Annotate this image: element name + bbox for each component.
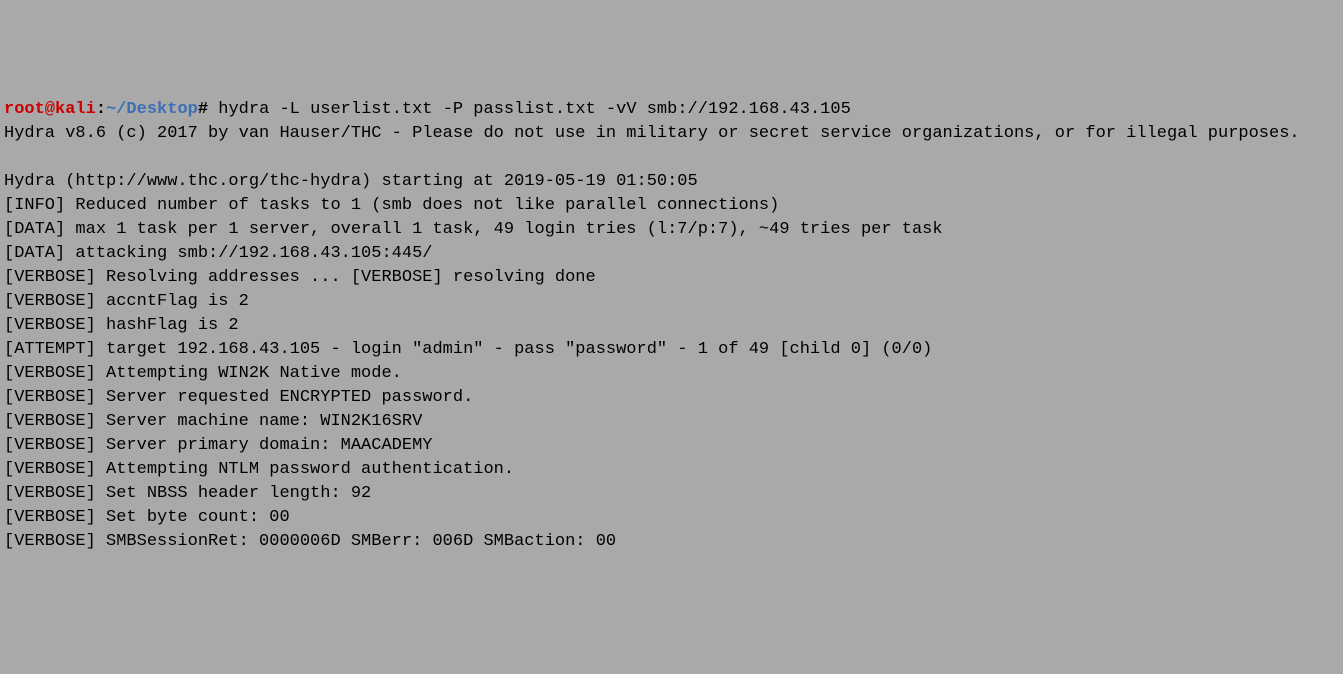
output-line: [VERBOSE] SMBSessionRet: 0000006D SMBerr…	[4, 532, 616, 551]
output-line: [VERBOSE] hashFlag is 2	[4, 316, 239, 335]
output-line: [INFO] Reduced number of tasks to 1 (smb…	[4, 196, 779, 215]
prompt-colon: :	[96, 100, 106, 119]
output-line: [VERBOSE] Attempting WIN2K Native mode.	[4, 364, 402, 383]
output-line: [VERBOSE] Set byte count: 00	[4, 508, 290, 527]
output-line: [VERBOSE] accntFlag is 2	[4, 292, 249, 311]
prompt-hash: #	[198, 100, 208, 119]
command-text: hydra -L userlist.txt -P passlist.txt -v…	[208, 100, 851, 119]
output-line: [VERBOSE] Set NBSS header length: 92	[4, 484, 371, 503]
terminal-output: root@kali:~/Desktop# hydra -L userlist.t…	[4, 98, 1339, 554]
prompt-line: root@kali:~/Desktop# hydra -L userlist.t…	[4, 100, 851, 119]
output-line: [VERBOSE] Attempting NTLM password authe…	[4, 460, 514, 479]
output-line: [DATA] attacking smb://192.168.43.105:44…	[4, 244, 432, 263]
output-line: Hydra (http://www.thc.org/thc-hydra) sta…	[4, 172, 698, 191]
output-line: [VERBOSE] Server requested ENCRYPTED pas…	[4, 388, 473, 407]
user-host: root@kali	[4, 100, 96, 119]
output-line: Hydra v8.6 (c) 2017 by van Hauser/THC - …	[4, 124, 1300, 143]
output-line: [DATA] max 1 task per 1 server, overall …	[4, 220, 943, 239]
prompt-path: ~/Desktop	[106, 100, 198, 119]
output-line: [VERBOSE] Server primary domain: MAACADE…	[4, 436, 432, 455]
output-line: [ATTEMPT] target 192.168.43.105 - login …	[4, 340, 932, 359]
output-line: [VERBOSE] Resolving addresses ... [VERBO…	[4, 268, 596, 287]
output-line: [VERBOSE] Server machine name: WIN2K16SR…	[4, 412, 422, 431]
